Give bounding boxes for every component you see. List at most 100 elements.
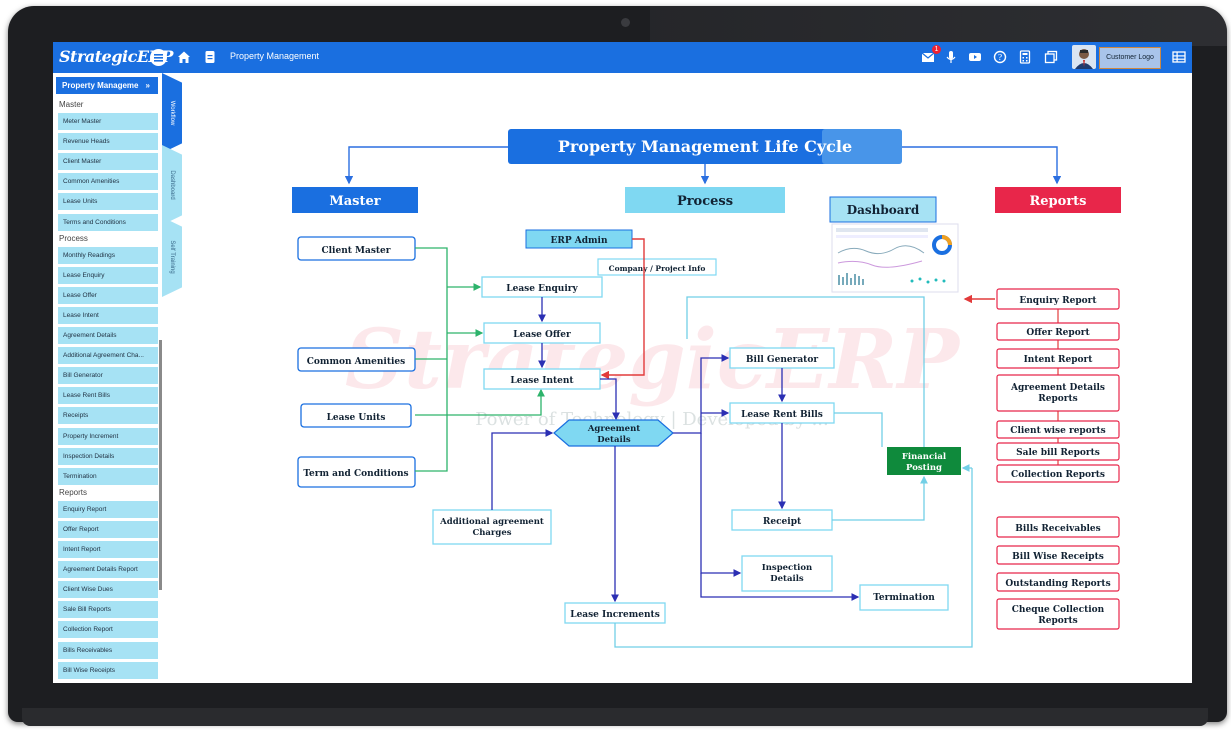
sidebar-item[interactable]: Client Wise Dues: [58, 581, 158, 599]
sidebar-item[interactable]: Lease Rent Bills: [58, 387, 158, 405]
inspection-label-2: Details: [770, 574, 804, 584]
report-node-bills-receivables[interactable]: Bills Receivables: [996, 516, 1120, 538]
master-node-label: Client Master: [321, 246, 390, 256]
report-label: Enquiry Report: [1019, 296, 1097, 306]
connector-agreement-inspection: [700, 433, 742, 577]
process-header-label: Process: [677, 194, 733, 209]
report-node-offer[interactable]: Offer Report: [996, 322, 1120, 341]
master-node-client-master[interactable]: Client Master: [297, 236, 416, 261]
calculator-icon[interactable]: [1018, 50, 1032, 64]
lifecycle-diagram: StrategicERP Power of Technology | Devel…: [292, 129, 1121, 648]
sidebar-item[interactable]: Property Increment: [58, 427, 158, 445]
grid-menu-icon[interactable]: [1172, 50, 1186, 64]
sidebar-item[interactable]: Agreement Details: [58, 327, 158, 344]
report-label: Reports: [1038, 616, 1077, 626]
report-node-cheque-collection[interactable]: Cheque Collection Reports: [996, 598, 1120, 630]
sidebar-item[interactable]: Inspection Details: [58, 447, 158, 465]
sidebar-item[interactable]: Common Amenities: [58, 173, 158, 191]
connector-rentbills-financial: [834, 412, 883, 447]
dashboard-thumbnail: [831, 223, 959, 293]
report-node-collection[interactable]: Collection Reports: [996, 464, 1120, 483]
master-node-label: Lease Units: [327, 413, 386, 423]
sidebar-item[interactable]: Lease Offer: [58, 286, 158, 304]
microphone-icon[interactable]: [944, 50, 958, 64]
sidebar-item[interactable]: Bill Generator: [58, 367, 158, 385]
master-node-label: Term and Conditions: [303, 469, 408, 479]
sidebar-item[interactable]: Enquiry Report: [58, 500, 158, 518]
watermark-logo: StrategicERP: [345, 312, 962, 408]
app-screen: StrategicERP Property Management 1 ? Cus…: [53, 42, 1192, 683]
inspection-label-1: Inspection: [762, 563, 812, 573]
sidebar-item[interactable]: Agreement Details Report: [58, 561, 158, 579]
company-info-label: Company / Project Info: [609, 264, 706, 273]
additional-charges-label-2: Charges: [472, 528, 511, 538]
tab-self-training[interactable]: Self Training: [162, 217, 182, 297]
sidebar-item[interactable]: Lease Intent: [58, 306, 158, 324]
bill-generator-label: Bill Generator: [746, 355, 818, 365]
window-icon[interactable]: [1044, 50, 1058, 64]
report-label: Collection Reports: [1011, 470, 1105, 480]
sidebar-item[interactable]: Additional Agreement Cha...: [58, 347, 158, 365]
laptop-base: [22, 708, 1208, 726]
sidebar-item[interactable]: Client Master: [58, 153, 158, 171]
sidebar-header[interactable]: Property Manageme »: [56, 77, 158, 94]
workflow-canvas: StrategicERP Power of Technology | Devel…: [182, 73, 1192, 683]
report-node-outstanding[interactable]: Outstanding Reports: [996, 572, 1120, 592]
receipt-label: Receipt: [763, 517, 802, 527]
user-avatar[interactable]: [1072, 45, 1096, 69]
report-label: Outstanding Reports: [1005, 579, 1110, 589]
lease-enquiry-label: Lease Enquiry: [506, 284, 578, 294]
report-label: Intent Report: [1024, 355, 1094, 365]
sidebar-item[interactable]: Meter Master: [58, 113, 158, 130]
sidebar-item[interactable]: Offer Report: [58, 520, 158, 538]
report-node-agreement[interactable]: Agreement Details Reports: [996, 374, 1120, 412]
master-node-common-amenities[interactable]: Common Amenities: [297, 347, 416, 372]
agreement-details-label-2: Details: [597, 435, 631, 445]
sidebar-item[interactable]: Intent Report: [58, 541, 158, 558]
erp-admin-label: ERP Admin: [550, 236, 607, 246]
help-icon[interactable]: ?: [993, 50, 1007, 64]
report-node-bill-wise-receipts[interactable]: Bill Wise Receipts: [996, 545, 1120, 565]
tab-workflow-label: Workflow: [169, 100, 175, 126]
sidebar-item[interactable]: Lease Enquiry: [58, 266, 158, 284]
additional-charges-node[interactable]: [432, 509, 552, 545]
report-label: Cheque Collection: [1012, 605, 1105, 615]
report-node-enquiry[interactable]: Enquiry Report: [996, 288, 1120, 310]
bezel-gloss: [650, 6, 1227, 46]
report-node-sale-bill[interactable]: Sale bill Reports: [996, 442, 1120, 461]
sidebar-item[interactable]: Bills Receivables: [58, 641, 158, 659]
sidebar-item[interactable]: Terms and Conditions: [58, 213, 158, 231]
video-icon[interactable]: [968, 50, 982, 64]
customer-logo[interactable]: Customer Logo: [1099, 47, 1161, 69]
top-bar: StrategicERP Property Management 1 ? Cus…: [53, 42, 1192, 73]
dashboard-header-label: Dashboard: [847, 203, 920, 217]
report-node-intent[interactable]: Intent Report: [996, 348, 1120, 369]
master-node-label: Common Amenities: [307, 357, 405, 367]
diagram-title: Property Management Life Cycle: [558, 137, 852, 156]
master-node-lease-units[interactable]: Lease Units: [300, 403, 412, 428]
sidebar-item[interactable]: Revenue Heads: [58, 133, 158, 151]
sidebar-item[interactable]: Collection Report: [58, 621, 158, 639]
financial-posting-label-2: Posting: [906, 463, 942, 473]
termination-label: Termination: [873, 593, 935, 603]
notification-badge: 1: [932, 45, 941, 54]
tab-dashboard[interactable]: Dashboard: [162, 145, 182, 225]
tab-workflow[interactable]: Workflow: [162, 73, 182, 153]
lease-increments-label: Lease Increments: [570, 610, 660, 620]
lease-intent-label: Lease Intent: [510, 376, 574, 386]
sidebar-item[interactable]: Bill Wise Receipts: [58, 661, 158, 679]
sidebar-item[interactable]: Lease Units: [58, 193, 158, 211]
sidebar-item[interactable]: Sale Bill Reports: [58, 601, 158, 619]
master-node-term-conditions[interactable]: Term and Conditions: [297, 456, 416, 488]
vertical-tabs: Workflow Dashboard Self Training: [162, 73, 182, 683]
home-icon[interactable]: [177, 50, 191, 64]
page-title: Property Management: [230, 51, 320, 61]
report-node-client-wise[interactable]: Client wise reports: [996, 420, 1120, 439]
sidebar-section-title: Process: [59, 233, 88, 243]
collapse-icon[interactable]: »: [146, 77, 150, 94]
menu-icon[interactable]: [150, 49, 167, 66]
sidebar-item[interactable]: Receipts: [58, 407, 158, 425]
document-icon[interactable]: [203, 50, 217, 64]
sidebar-item[interactable]: Monthly Readings: [58, 246, 158, 264]
sidebar-item[interactable]: Termination: [58, 467, 158, 485]
